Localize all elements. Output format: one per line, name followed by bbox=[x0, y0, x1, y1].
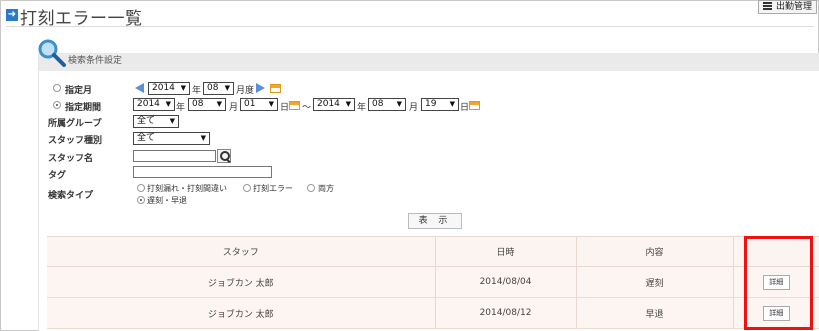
cell-content: 遅刻 bbox=[575, 266, 733, 298]
header-staff: スタッフ bbox=[47, 236, 435, 267]
error-table: スタッフ 日時 内容 ジョブカン 太郎 2014/08/04 遅刻 詳細 ジョブ… bbox=[47, 236, 819, 329]
to-month-unit: 月 bbox=[409, 103, 419, 113]
to-calendar-icon[interactable] bbox=[469, 101, 480, 110]
group-select[interactable]: 全て ▼ bbox=[133, 115, 179, 128]
magnifier-icon bbox=[38, 39, 66, 67]
year-unit: 年 bbox=[192, 86, 202, 96]
staff-name-label: スタッフ名 bbox=[48, 154, 94, 164]
header-datetime: 日時 bbox=[434, 236, 576, 267]
from-day-unit: 日 bbox=[280, 103, 290, 113]
prev-month-icon[interactable] bbox=[135, 83, 144, 93]
search-panel-header bbox=[39, 53, 819, 71]
search-type-radio-both[interactable] bbox=[307, 184, 315, 192]
cell-date: 2014/08/04 bbox=[434, 266, 576, 298]
title-divider bbox=[6, 26, 814, 27]
from-calendar-icon[interactable] bbox=[289, 101, 300, 110]
next-month-icon[interactable] bbox=[256, 83, 265, 93]
calendar-icon[interactable] bbox=[270, 84, 281, 93]
cell-date: 2014/08/12 bbox=[434, 297, 576, 329]
to-month-select[interactable]: 08 ▼ bbox=[368, 98, 406, 111]
table-header-row: スタッフ 日時 内容 bbox=[47, 236, 819, 267]
list-icon bbox=[762, 2, 772, 10]
staff-search-icon[interactable] bbox=[217, 149, 231, 163]
search-type-option-late: 遅刻・早退 bbox=[147, 196, 187, 205]
month-mode-label: 指定月 bbox=[65, 86, 93, 96]
from-month-unit: 月 bbox=[229, 103, 239, 113]
cell-staff: ジョブカン 太郎 bbox=[47, 297, 435, 329]
attendance-button-label: 出勤管理 bbox=[775, 2, 812, 12]
tag-input[interactable] bbox=[133, 166, 272, 178]
search-type-radio-late[interactable] bbox=[137, 196, 145, 204]
staff-type-select[interactable]: 全て ▼ bbox=[133, 132, 210, 145]
table-row: ジョブカン 太郎 2014/08/04 遅刻 詳細 bbox=[47, 266, 819, 298]
to-year-select[interactable]: 2014 ▼ bbox=[313, 98, 355, 111]
attendance-button[interactable]: 出勤管理 bbox=[757, 0, 817, 14]
highlight-box bbox=[744, 236, 813, 330]
group-label: 所属グループ bbox=[48, 119, 102, 129]
period-mode-label: 指定期間 bbox=[65, 103, 102, 113]
from-month-select[interactable]: 08 ▼ bbox=[188, 98, 226, 111]
to-year-unit: 年 bbox=[357, 103, 367, 113]
month-mode-radio[interactable] bbox=[53, 84, 61, 92]
search-type-option-both: 両方 bbox=[318, 184, 334, 193]
staff-name-input[interactable] bbox=[133, 150, 216, 162]
search-type-radio-error[interactable] bbox=[243, 184, 251, 192]
table-row: ジョブカン 太郎 2014/08/12 早退 詳細 bbox=[47, 297, 819, 329]
from-day-select[interactable]: 01 ▼ bbox=[240, 98, 278, 111]
period-mode-radio[interactable] bbox=[53, 101, 61, 109]
search-type-radio-omission[interactable] bbox=[137, 184, 145, 192]
month-month-select[interactable]: 08 ▼ bbox=[203, 82, 234, 95]
tag-label: タグ bbox=[48, 171, 67, 181]
month-unit: 月度 bbox=[236, 86, 255, 96]
month-year-select[interactable]: 2014 ▼ bbox=[148, 82, 190, 95]
arrow-right-icon: ➜ bbox=[6, 9, 18, 21]
header-content: 内容 bbox=[575, 236, 733, 267]
search-type-label: 検索タイプ bbox=[48, 191, 94, 201]
to-day-unit: 日 bbox=[460, 103, 470, 113]
staff-type-label: スタッフ種別 bbox=[48, 136, 103, 146]
cell-staff: ジョブカン 太郎 bbox=[47, 266, 435, 298]
from-year-unit: 年 bbox=[176, 103, 186, 113]
period-separator: ～ bbox=[302, 103, 312, 113]
search-type-option-omission: 打刻漏れ・打刻間違い bbox=[147, 184, 227, 193]
cell-content: 早退 bbox=[575, 297, 733, 329]
search-type-option-error: 打刻エラー bbox=[253, 184, 293, 193]
from-year-select[interactable]: 2014 ▼ bbox=[133, 98, 175, 111]
search-panel-title: 検索条件設定 bbox=[68, 56, 123, 66]
to-day-select[interactable]: 19 ▼ bbox=[421, 98, 459, 111]
title-bar: ➜ 打刻エラー一覧 出勤管理 bbox=[0, 0, 819, 30]
show-button[interactable]: 表 示 bbox=[408, 213, 462, 229]
